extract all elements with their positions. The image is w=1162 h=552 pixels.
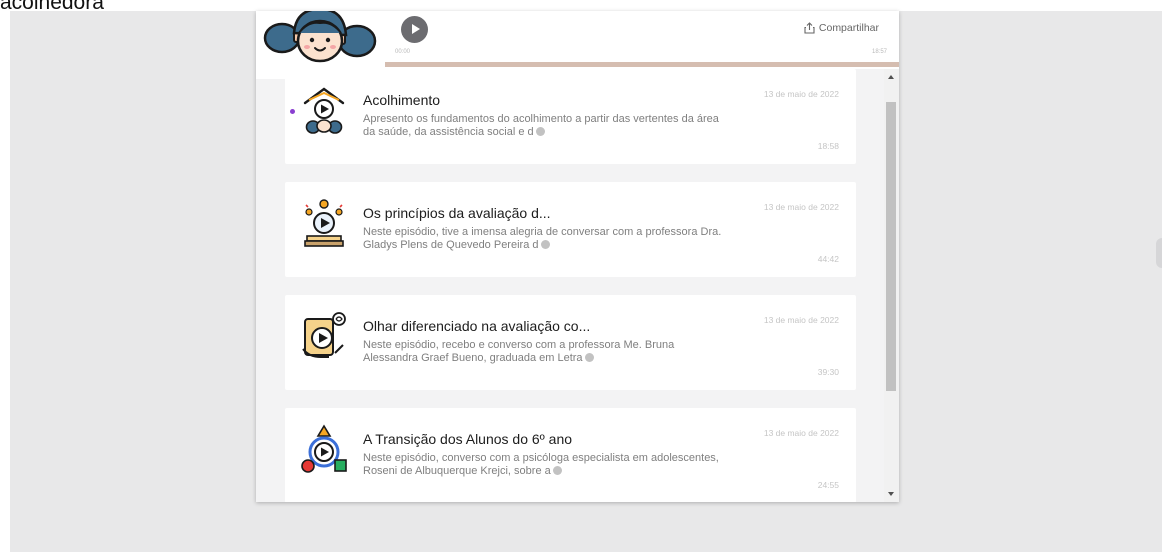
more-icon[interactable]: [552, 466, 562, 475]
episode-card-olhar-diferenciado[interactable]: Olhar diferenciado na avaliação co... Ne…: [285, 295, 856, 390]
episode-title: Os princípios da avaliação d...: [363, 205, 551, 221]
episode-title: A Transição dos Alunos do 6º ano: [363, 431, 573, 447]
play-button[interactable]: [401, 16, 428, 43]
episode-date: 13 de maio de 2022: [763, 89, 839, 99]
now-playing-dot: [290, 109, 295, 114]
episode-list: Acolhimento Apresento os fundamentos do …: [256, 69, 884, 502]
episode-date: 13 de maio de 2022: [763, 428, 839, 438]
episode-duration: 24:55: [817, 480, 839, 490]
player-header: 00:00 18:57 Compartilhar: [256, 11, 899, 79]
scrollbar-thumb[interactable]: [886, 102, 896, 391]
more-icon[interactable]: [540, 240, 550, 249]
episode-description: Neste episódio, recebo e converso com a …: [363, 339, 675, 364]
share-button[interactable]: Compartilhar: [804, 22, 879, 34]
episode-description: Neste episódio, converso com a psicóloga…: [363, 452, 719, 477]
shapes-cycle-play-icon: [301, 424, 347, 473]
share-icon: [804, 22, 815, 34]
episode-card-acolhimento[interactable]: Acolhimento Apresento os fundamentos do …: [285, 69, 856, 164]
more-icon[interactable]: [535, 127, 545, 136]
current-time: 00:00: [395, 49, 411, 55]
total-time: 18:57: [871, 49, 887, 55]
lightbulb-book-play-icon: [304, 199, 344, 247]
house-care-play-icon: [303, 87, 345, 134]
episode-card-principios[interactable]: Os princípios da avaliação d... Neste ep…: [285, 182, 856, 277]
episode-card-transicao[interactable]: A Transição dos Alunos do 6º ano Neste e…: [285, 408, 856, 502]
episode-duration: 44:42: [817, 254, 839, 264]
scroll-down-arrow-icon[interactable]: [888, 492, 894, 496]
episode-list-scrollbar[interactable]: [884, 69, 899, 502]
episode-description: Apresento os fundamentos do acolhimento …: [363, 113, 719, 138]
progress-bar[interactable]: [385, 62, 899, 67]
side-scroll-nub[interactable]: [1156, 238, 1162, 268]
podcast-player-widget: 00:00 18:57 Compartilhar Acolhimento Apr…: [256, 11, 899, 502]
more-icon[interactable]: [584, 353, 594, 362]
episode-description: Neste episódio, tive a imensa alegria de…: [363, 226, 722, 251]
tablet-hand-play-icon: [302, 312, 346, 358]
episode-duration: 39:30: [817, 367, 839, 377]
episode-date: 13 de maio de 2022: [763, 202, 839, 212]
episode-title: Acolhimento: [363, 92, 441, 108]
episode-date: 13 de maio de 2022: [763, 315, 839, 325]
episode-duration: 18:58: [817, 141, 839, 151]
episode-title: Olhar diferenciado na avaliação co...: [363, 318, 591, 334]
scroll-up-arrow-icon[interactable]: [888, 75, 894, 79]
share-label: Compartilhar: [818, 22, 879, 34]
